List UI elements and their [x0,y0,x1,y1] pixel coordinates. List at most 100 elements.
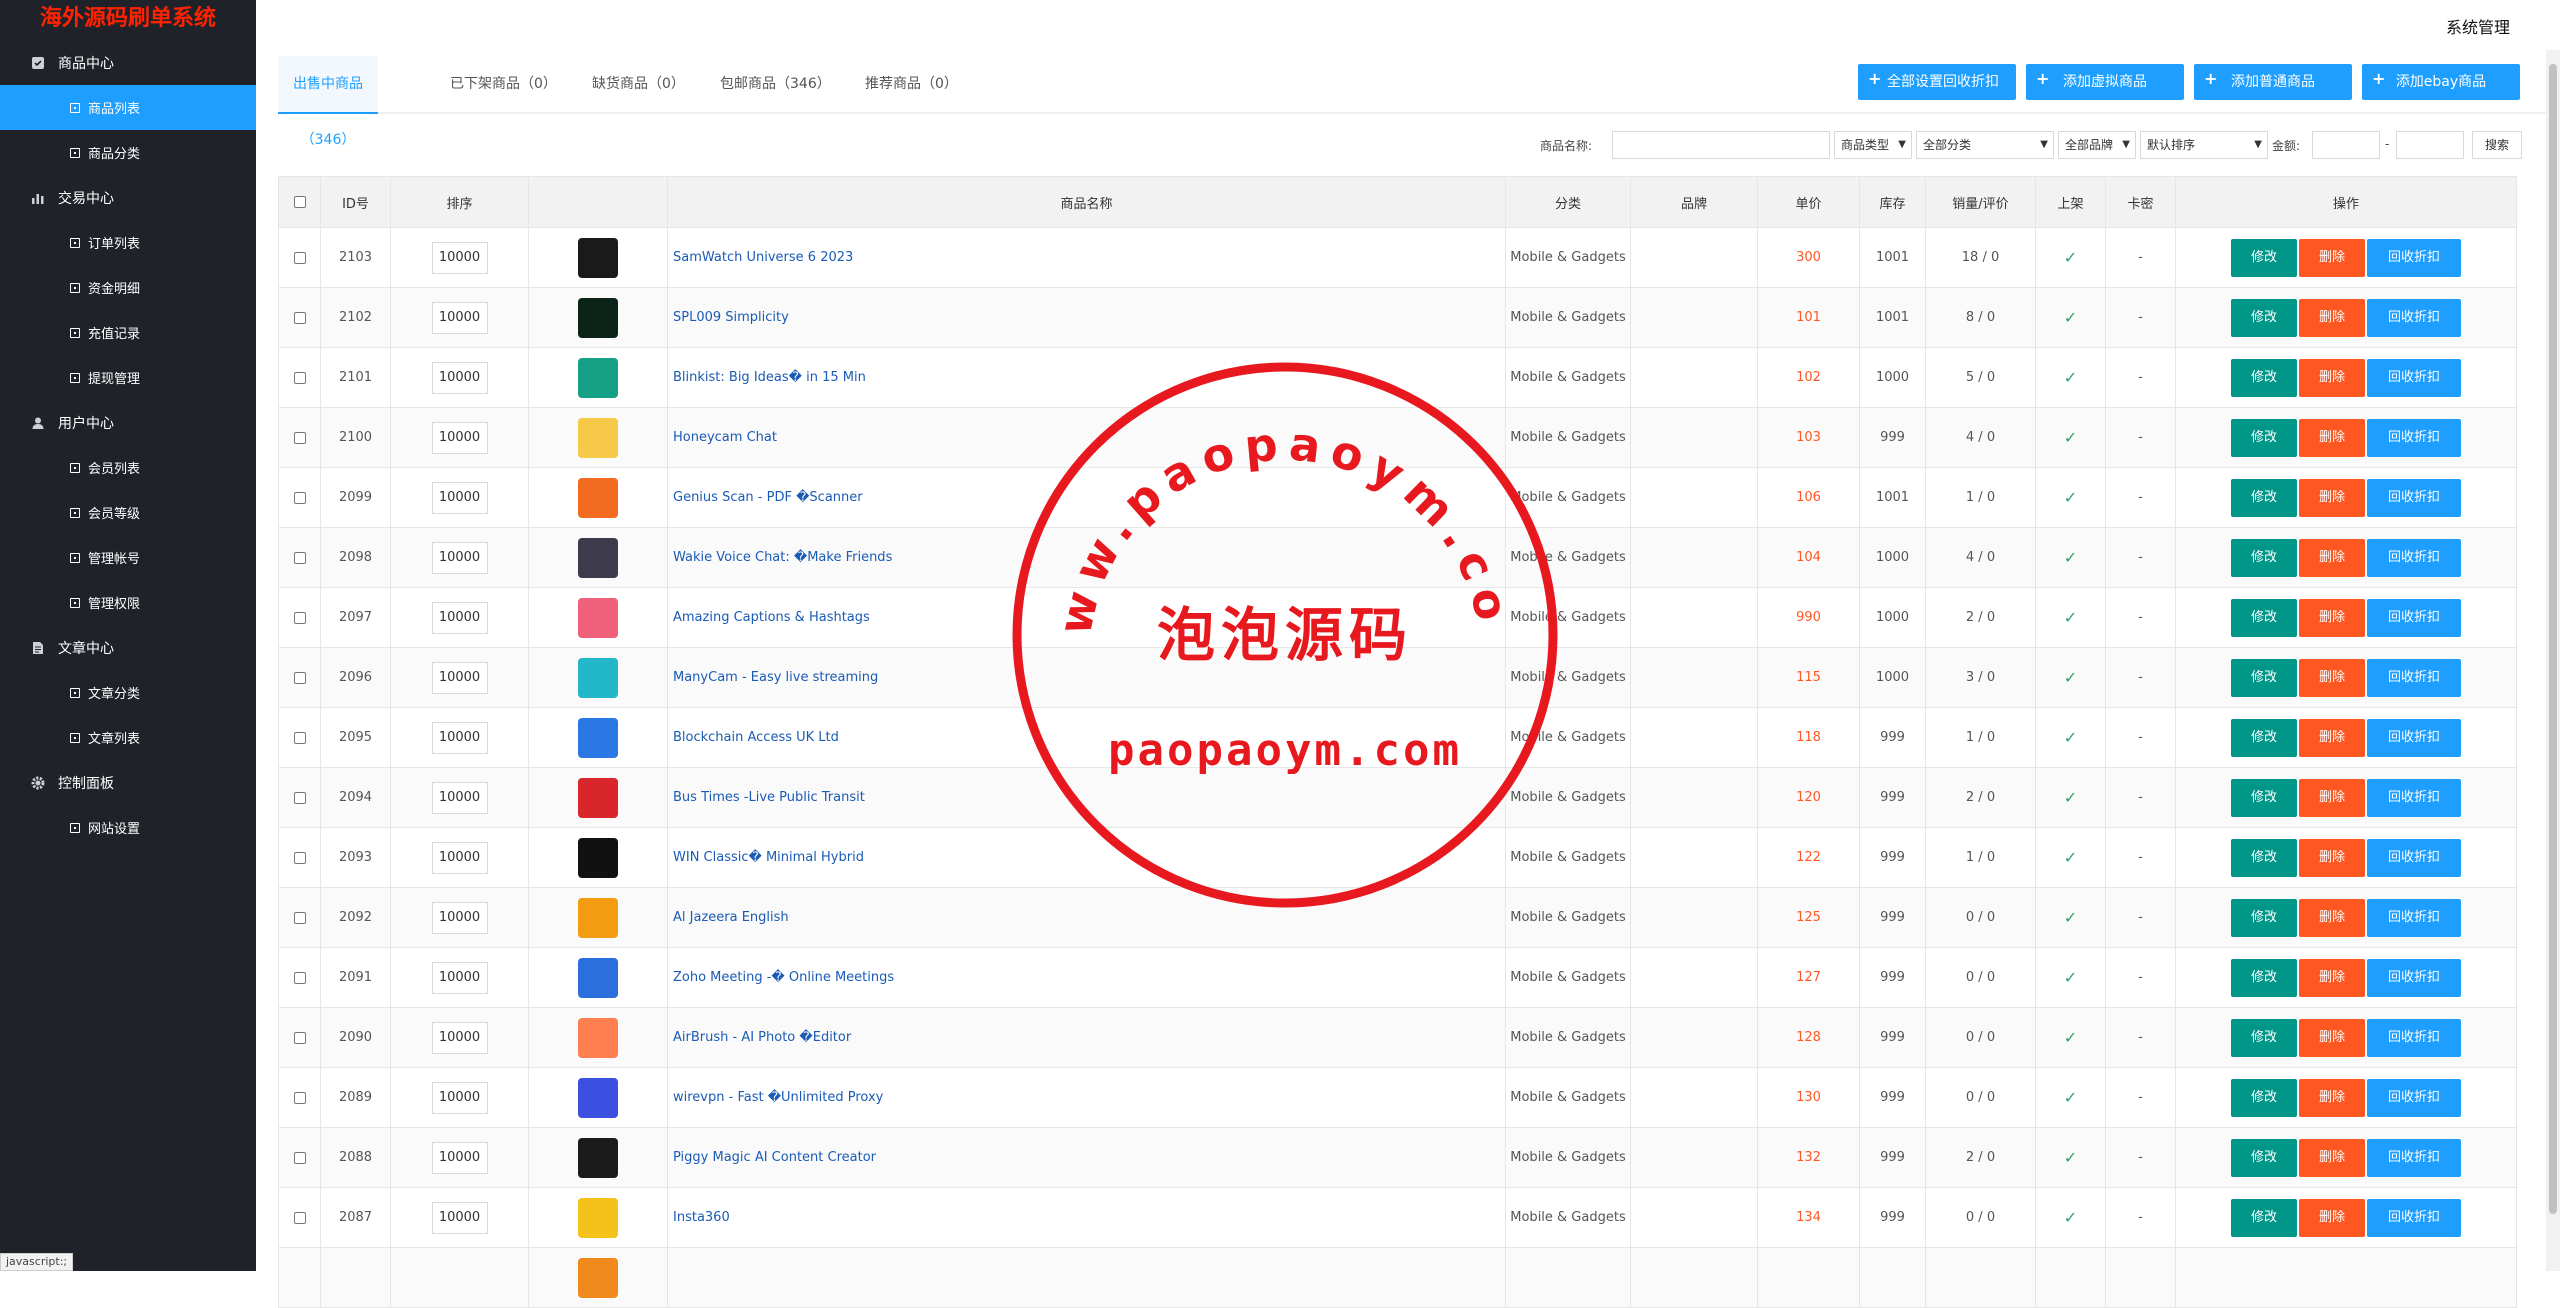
row-checkbox[interactable] [293,851,306,864]
delete-button[interactable]: 删除 [2299,538,2365,577]
delete-button[interactable]: 删除 [2299,418,2365,457]
add-ebay-product-button[interactable]: + 添加ebay商品 [2362,64,2520,100]
product-thumbnail[interactable] [578,237,618,278]
product-name[interactable]: Blinkist: Big Ideas� in 15 Min [667,347,1506,408]
product-name-input[interactable] [1612,131,1830,159]
edit-button[interactable]: 修改 [2231,478,2297,517]
product-name[interactable]: Genius Scan - PDF �Scanner [667,467,1506,528]
delete-button[interactable]: 删除 [2299,958,2365,997]
sidebar-item[interactable]: 提现管理 [0,355,256,400]
delete-button[interactable]: 删除 [2299,298,2365,337]
recycle-discount-button[interactable]: 回收折扣 [2367,238,2461,277]
recycle-discount-button[interactable]: 回收折扣 [2367,1078,2461,1117]
edit-button[interactable]: 修改 [2231,298,2297,337]
recycle-discount-button[interactable]: 回收折扣 [2367,898,2461,937]
product-thumbnail[interactable] [578,1077,618,1118]
edit-button[interactable]: 修改 [2231,838,2297,877]
recycle-discount-button[interactable]: 回收折扣 [2367,778,2461,817]
edit-button[interactable]: 修改 [2231,1078,2297,1117]
product-name[interactable]: Al Jazeera English [667,887,1506,948]
edit-button[interactable]: 修改 [2231,358,2297,397]
sidebar-group[interactable]: 文章中心 [0,625,256,670]
recycle-discount-button[interactable]: 回收折扣 [2367,1018,2461,1057]
sort-input[interactable]: 10000 [431,961,488,994]
row-checkbox[interactable] [293,491,306,504]
product-thumbnail[interactable] [578,597,618,638]
system-manage-link[interactable]: 系统管理 [2446,14,2510,38]
sort-input[interactable]: 10000 [431,1201,488,1234]
category-select[interactable]: 全部分类 ▼ [1916,131,2054,159]
delete-button[interactable]: 删除 [2299,1018,2365,1057]
sort-input[interactable]: 10000 [431,841,488,874]
amount-max-input[interactable] [2396,131,2464,159]
product-name[interactable]: Piggy Magic AI Content Creator [667,1127,1506,1188]
row-checkbox[interactable] [293,431,306,444]
product-name[interactable]: Honeycam Chat [667,407,1506,468]
recycle-discount-button[interactable]: 回收折扣 [2367,1138,2461,1177]
product-thumbnail[interactable] [578,1017,618,1058]
delete-button[interactable]: 删除 [2299,238,2365,277]
row-checkbox[interactable] [293,671,306,684]
row-checkbox[interactable] [293,1151,306,1164]
row-checkbox[interactable] [293,251,306,264]
edit-button[interactable]: 修改 [2231,598,2297,637]
product-name[interactable]: Wakie Voice Chat: �Make Friends [667,527,1506,588]
on-sale-check-icon[interactable]: ✓ [2035,1007,2106,1068]
edit-button[interactable]: 修改 [2231,418,2297,457]
edit-button[interactable]: 修改 [2231,658,2297,697]
sort-input[interactable]: 10000 [431,661,488,694]
sidebar-item[interactable]: 商品分类 [0,130,256,175]
on-sale-check-icon[interactable]: ✓ [2035,1127,2106,1188]
add-normal-product-button[interactable]: + 添加普通商品 [2194,64,2352,100]
sort-input[interactable]: 10000 [431,481,488,514]
scrollbar-thumb[interactable] [2549,64,2557,1214]
product-thumbnail[interactable] [578,537,618,578]
delete-button[interactable]: 删除 [2299,718,2365,757]
sidebar-item[interactable]: 会员等级 [0,490,256,535]
sidebar-item[interactable]: 资金明细 [0,265,256,310]
delete-button[interactable]: 删除 [2299,478,2365,517]
product-name[interactable]: SPL009 Simplicity [667,287,1506,348]
on-sale-check-icon[interactable]: ✓ [2035,1067,2106,1128]
recycle-discount-button[interactable]: 回收折扣 [2367,358,2461,397]
select-all-checkbox[interactable] [293,196,306,208]
product-name[interactable]: Insta360 [667,1187,1506,1248]
product-name[interactable]: Amazing Captions & Hashtags [667,587,1506,648]
delete-button[interactable]: 删除 [2299,898,2365,937]
edit-button[interactable]: 修改 [2231,718,2297,757]
recycle-discount-button[interactable]: 回收折扣 [2367,1198,2461,1237]
delete-button[interactable]: 删除 [2299,358,2365,397]
tab-recommended[interactable]: 推荐商品（0） [865,56,958,112]
on-sale-check-icon[interactable]: ✓ [2035,587,2106,648]
row-checkbox[interactable] [293,911,306,924]
add-virtual-product-button[interactable]: + 添加虚拟商品 [2026,64,2184,100]
row-checkbox[interactable] [293,971,306,984]
product-name[interactable]: ManyCam - Easy live streaming [667,647,1506,708]
tab-free-shipping[interactable]: 包邮商品（346） [720,56,831,112]
on-sale-check-icon[interactable]: ✓ [2035,887,2106,948]
edit-button[interactable]: 修改 [2231,1138,2297,1177]
edit-button[interactable]: 修改 [2231,1018,2297,1057]
row-checkbox[interactable] [293,371,306,384]
product-thumbnail[interactable] [578,1137,618,1178]
tab-off-shelf[interactable]: 已下架商品（0） [450,56,557,112]
tab-on-sale[interactable]: 出售中商品（346） [278,56,378,148]
product-type-select[interactable]: 商品类型 ▼ [1834,131,1912,159]
product-name[interactable]: Blockchain Access UK Ltd [667,707,1506,768]
product-name[interactable]: wirevpn - Fast �Unlimited Proxy [667,1067,1506,1128]
on-sale-check-icon[interactable]: ✓ [2035,407,2106,468]
on-sale-check-icon[interactable]: ✓ [2035,527,2106,588]
amount-min-input[interactable] [2312,131,2380,159]
product-thumbnail[interactable] [578,957,618,998]
product-name[interactable]: Bus Times -Live Public Transit [667,767,1506,828]
product-thumbnail[interactable] [578,657,618,698]
on-sale-check-icon[interactable]: ✓ [2035,227,2106,288]
set-all-recycle-button[interactable]: + 全部设置回收折扣 [1858,64,2016,100]
row-checkbox[interactable] [293,731,306,744]
delete-button[interactable]: 删除 [2299,838,2365,877]
sidebar-item[interactable]: 管理权限 [0,580,256,625]
on-sale-check-icon[interactable]: ✓ [2035,467,2106,528]
recycle-discount-button[interactable]: 回收折扣 [2367,658,2461,697]
product-thumbnail[interactable] [578,1197,618,1238]
sort-input[interactable]: 10000 [431,721,488,754]
